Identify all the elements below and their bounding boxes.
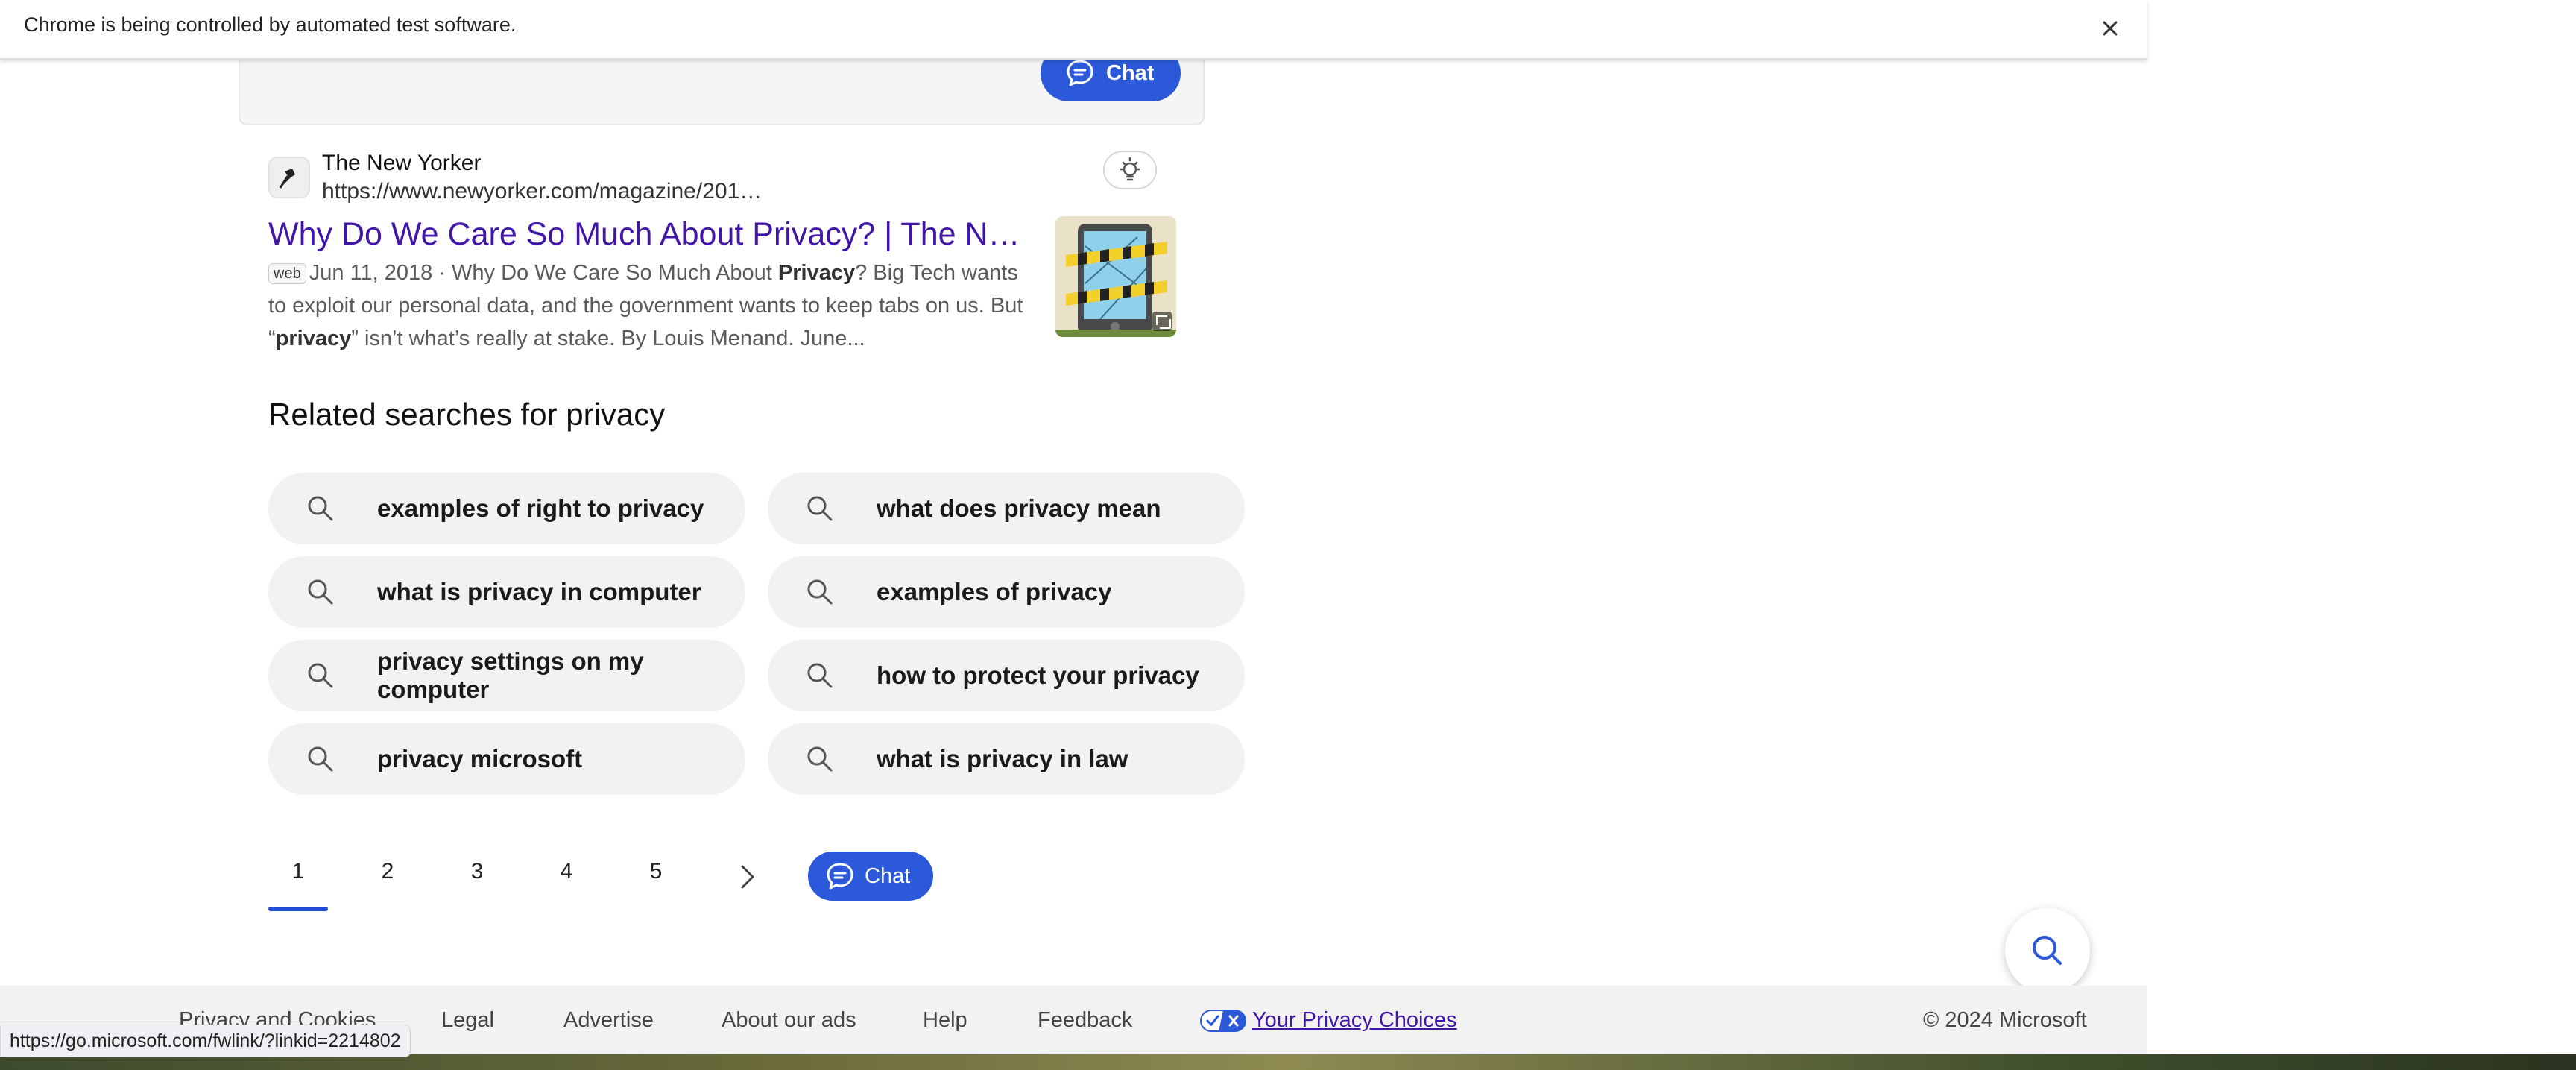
- related-search-item[interactable]: what is privacy in law: [768, 723, 1245, 795]
- related-search-label: privacy microsoft: [377, 745, 583, 772]
- related-searches-heading: Related searches for privacy: [268, 397, 666, 432]
- related-search-item[interactable]: privacy microsoft: [268, 723, 745, 795]
- chat-button-bottom[interactable]: Chat: [808, 852, 933, 901]
- related-search-item[interactable]: what does privacy mean: [768, 473, 1245, 544]
- page-link-4[interactable]: 4: [544, 859, 589, 884]
- related-search-label: privacy settings on my computer: [377, 647, 644, 703]
- search-icon: [306, 494, 335, 523]
- related-search-label: what is privacy in law: [877, 745, 1128, 772]
- result-title-link[interactable]: Why Do We Care So Much About Privacy? | …: [268, 216, 1029, 253]
- related-search-label: what is privacy in computer: [377, 578, 701, 605]
- chat-icon: [1064, 57, 1096, 89]
- search-icon: [805, 744, 835, 774]
- footer-link-advertise[interactable]: Advertise: [564, 1008, 654, 1033]
- infobar-message: Chrome is being controlled by automated …: [24, 13, 517, 36]
- search-icon: [805, 661, 835, 690]
- footer-link-help[interactable]: Help: [923, 1008, 967, 1033]
- site-url[interactable]: https://www.newyorker.com/magazine/201…: [322, 179, 762, 204]
- related-search-label: what does privacy mean: [877, 494, 1161, 522]
- related-search-item[interactable]: how to protect your privacy: [768, 640, 1245, 711]
- privacy-choices-icon: [1200, 1010, 1246, 1032]
- desktop-background: [2147, 0, 2576, 1054]
- page-link-2[interactable]: 2: [365, 859, 410, 884]
- search-icon: [306, 661, 335, 690]
- chat-icon: [824, 860, 856, 892]
- related-search-item[interactable]: examples of right to privacy: [268, 473, 745, 544]
- related-search-item[interactable]: examples of privacy: [768, 556, 1245, 628]
- footer-link-legal[interactable]: Legal: [441, 1008, 494, 1033]
- current-page-indicator: [268, 907, 328, 911]
- chat-label: Chat: [865, 863, 911, 888]
- page-link-1[interactable]: 1: [276, 859, 321, 884]
- footer-link-privacy-choices[interactable]: Your Privacy Choices: [1252, 1008, 1457, 1033]
- floating-search-button[interactable]: [2005, 908, 2090, 993]
- lightbulb-icon[interactable]: [1103, 151, 1157, 189]
- related-search-label: examples of right to privacy: [377, 494, 704, 522]
- site-favicon[interactable]: [268, 157, 310, 198]
- related-search-label: examples of privacy: [877, 578, 1112, 605]
- page-link-3[interactable]: 3: [455, 859, 499, 884]
- close-icon[interactable]: [2097, 15, 2124, 42]
- page-link-5[interactable]: 5: [634, 859, 678, 884]
- result-snippet: web Jun 11, 2018 · Why Do We Care So Much…: [268, 261, 1023, 350]
- web-badge: web: [268, 263, 306, 284]
- footer-link-feedback[interactable]: Feedback: [1038, 1008, 1132, 1033]
- related-search-item[interactable]: what is privacy in computer: [268, 556, 745, 628]
- status-bar-url: https://go.microsoft.com/fwlink/?linkid=…: [0, 1025, 411, 1057]
- search-icon: [306, 577, 335, 607]
- chat-label: Chat: [1106, 60, 1155, 85]
- automation-infobar: Chrome is being controlled by automated …: [0, 0, 2147, 60]
- search-icon: [306, 744, 335, 774]
- related-search-label: how to protect your privacy: [877, 661, 1199, 689]
- search-icon: [805, 494, 835, 523]
- chevron-right-icon[interactable]: [738, 862, 757, 892]
- result-thumbnail[interactable]: [1055, 216, 1176, 337]
- copyright: © 2024 Microsoft: [1923, 1008, 2087, 1032]
- search-icon: [805, 577, 835, 607]
- related-search-item[interactable]: privacy settings on my computer: [268, 640, 745, 711]
- site-name[interactable]: The New Yorker: [322, 151, 481, 176]
- footer-link-about-ads[interactable]: About our ads: [722, 1008, 856, 1033]
